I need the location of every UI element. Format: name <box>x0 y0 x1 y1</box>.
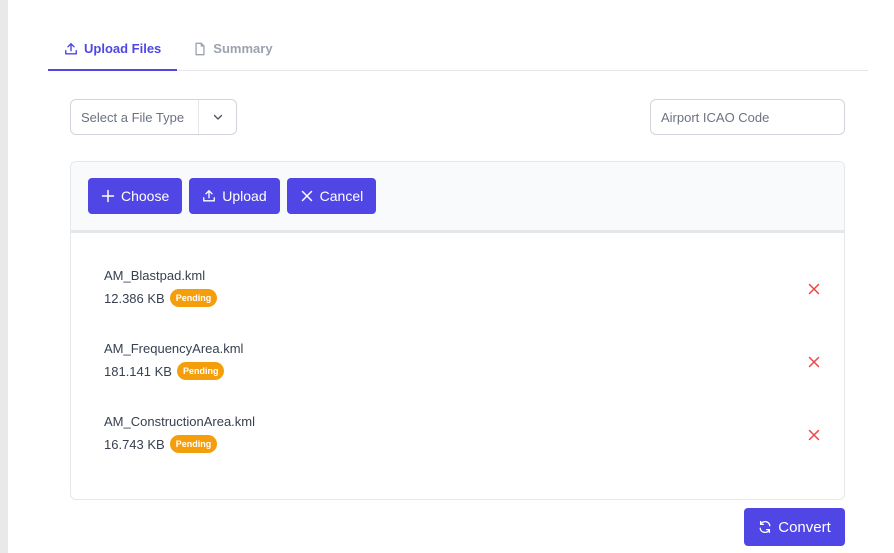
file-upload-box: Choose Upload Cancel AM_Blastpad.kml 12.… <box>70 161 845 500</box>
remove-file-button[interactable] <box>804 425 824 445</box>
upload-button-label: Upload <box>222 188 267 204</box>
airport-icao-input[interactable] <box>650 99 845 135</box>
close-icon <box>301 190 312 202</box>
tab-label: Upload Files <box>84 41 162 56</box>
chevron-down-icon <box>213 114 222 120</box>
plus-icon <box>101 189 115 203</box>
file-type-select[interactable]: Select a File Type <box>70 99 237 135</box>
file-size: 181.141 KB <box>104 363 172 379</box>
upload-icon <box>203 190 216 202</box>
convert-button[interactable]: Convert <box>744 508 845 546</box>
status-badge: Pending <box>176 362 225 380</box>
choose-button[interactable]: Choose <box>88 178 183 214</box>
file-name: AM_ConstructionArea.kml <box>104 414 255 429</box>
file-type-select-placeholder: Select a File Type <box>81 109 185 125</box>
file-size: 16.743 KB <box>104 436 165 452</box>
file-icon <box>195 42 205 55</box>
dropdown-trigger[interactable] <box>198 100 236 134</box>
close-icon <box>808 283 820 295</box>
refresh-icon <box>759 520 771 534</box>
tab-bar: Upload Files Summary <box>48 28 868 71</box>
file-name: AM_FrequencyArea.kml <box>104 341 244 356</box>
close-icon <box>808 429 820 441</box>
tab-summary[interactable]: Summary <box>177 27 288 70</box>
cancel-button[interactable]: Cancel <box>286 178 377 214</box>
remove-file-button[interactable] <box>804 352 824 372</box>
upload-icon <box>65 42 77 55</box>
main-panel: Upload Files Summary Select a File Type … <box>8 0 894 553</box>
close-icon <box>808 356 820 368</box>
status-badge: Pending <box>169 435 218 453</box>
file-item: AM_Blastpad.kml 12.386 KB Pending <box>104 266 824 314</box>
file-size: 12.386 KB <box>104 290 165 306</box>
choose-button-label: Choose <box>121 188 170 204</box>
cancel-button-label: Cancel <box>319 188 364 204</box>
status-badge: Pending <box>169 289 218 307</box>
file-item: AM_ConstructionArea.kml 16.743 KB Pendin… <box>104 412 824 460</box>
file-item: AM_FrequencyArea.kml 181.141 KB Pending <box>104 339 824 387</box>
file-name: AM_Blastpad.kml <box>104 268 206 283</box>
convert-button-label: Convert <box>778 518 831 536</box>
tab-label: Summary <box>213 41 273 56</box>
tab-upload-files[interactable]: Upload Files <box>48 28 178 71</box>
upload-toolbar: Choose Upload Cancel <box>71 162 844 233</box>
remove-file-button[interactable] <box>804 279 824 299</box>
upload-button[interactable]: Upload <box>189 178 280 214</box>
